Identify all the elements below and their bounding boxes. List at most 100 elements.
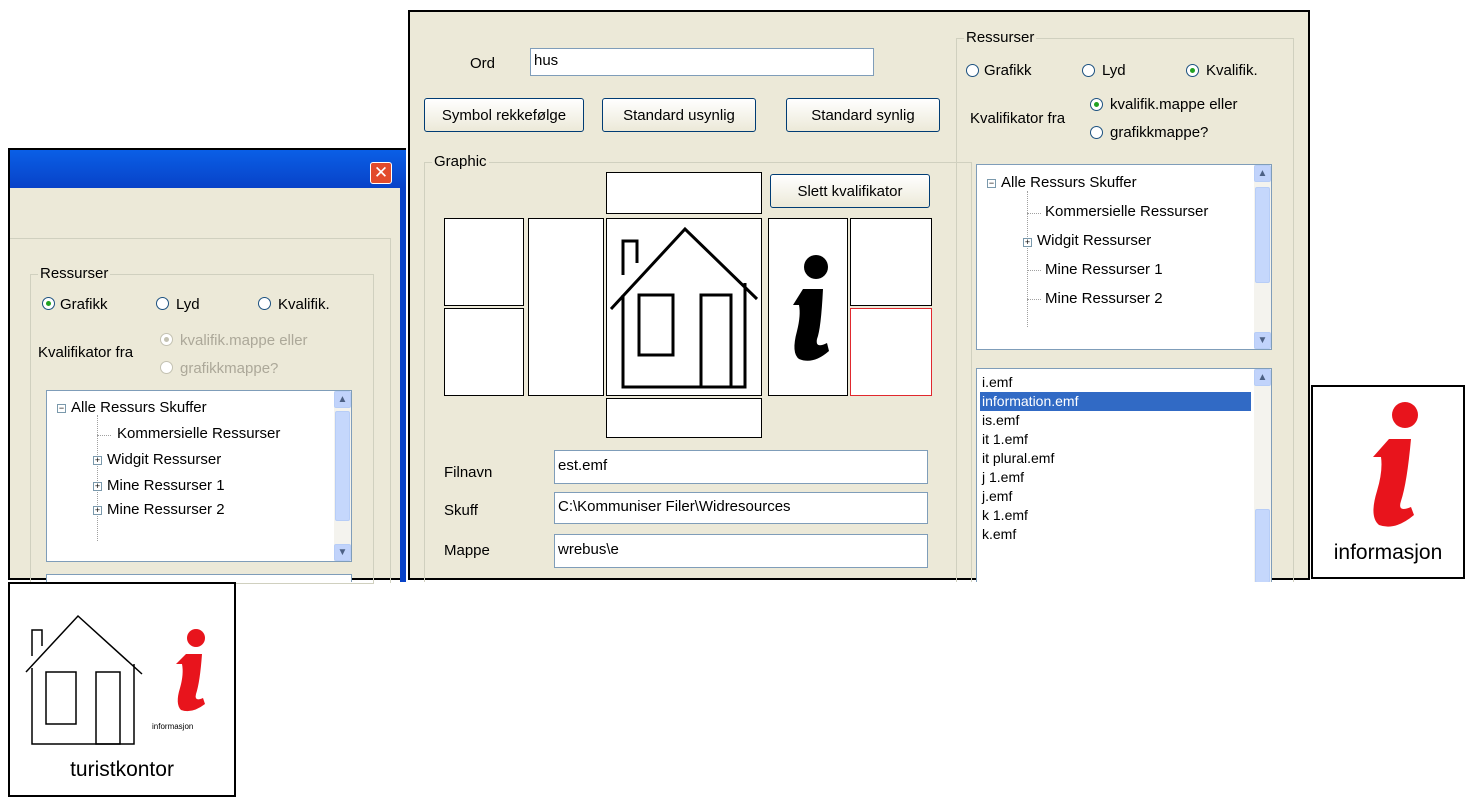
file-item[interactable]: it 1.emf [980,430,1251,449]
tree-item-mine-1[interactable]: Mine Ressurser 1 [107,477,225,495]
collapse-icon[interactable]: − [57,404,66,413]
tree-item-kommersielle[interactable]: Kommersielle Ressurser [1045,203,1208,221]
house-icon [609,226,759,389]
collapse-icon[interactable]: − [987,179,996,188]
file-list-scrollbar[interactable]: ▲ [1254,369,1271,582]
file-item[interactable]: i.emf [980,373,1251,392]
word-label: Ord [470,55,496,72]
tree-root[interactable]: Alle Ressurs Skuffer [1001,174,1137,192]
resource-tree[interactable]: − Alle Ressurs Skuffer Kommersielle Ress… [46,390,352,562]
qualifier-slot-left-2[interactable] [528,218,604,396]
expand-icon[interactable]: + [93,456,102,465]
information-sub-caption: informasjon [152,722,194,731]
folder-label: Mappe [444,542,490,559]
qualifier-slot-left-bottom-1[interactable] [444,308,524,396]
tree-line [1027,270,1041,271]
radio-lyd[interactable] [156,297,169,310]
left-window: ✕ Ressurser Grafikk Lyd Kvalifik. Kvalif… [8,148,406,584]
scroll-down-icon[interactable]: ▼ [1254,332,1271,349]
expand-icon[interactable]: + [93,506,102,515]
file-item[interactable]: it plural.emf [980,449,1251,468]
word-input[interactable]: hus [530,48,874,76]
main-window: Ord hus Symbol rekkefølge Standard usynl… [408,10,1310,582]
radio-qualifier-folder[interactable] [160,333,173,346]
qualifier-option-2: grafikkmappe? [180,360,279,377]
delete-qualifier-button[interactable]: Slett kvalifikator [770,174,930,208]
qualifier-label: Kvalifikator fra [38,344,134,361]
scroll-thumb[interactable] [1255,187,1270,283]
qualifier-slot-left-top-1[interactable] [444,218,524,306]
tree-item-kommersielle[interactable]: Kommersielle Ressurser [117,425,280,443]
folder-input[interactable]: wrebus\e [554,534,928,568]
tourist-office-caption: turistkontor [70,758,174,781]
qualifier-option-1: kvalifik.mappe eller [180,332,308,349]
file-item[interactable]: is.emf [980,411,1251,430]
radio-kvalifik-label: Kvalifik. [1206,62,1258,79]
qualifier-slot-bottom[interactable] [606,398,762,438]
main-symbol-slot[interactable] [606,218,762,396]
tree-item-mine-2[interactable]: Mine Ressurser 2 [1045,290,1163,308]
radio-lyd[interactable] [1082,64,1095,77]
lower-list-edge [46,574,352,582]
radio-kvalifik-label: Kvalifik. [278,296,330,313]
tree-scrollbar[interactable]: ▲ ▼ [1254,165,1271,349]
qualifier-option-2: grafikkmappe? [1110,124,1209,141]
scroll-up-icon[interactable]: ▲ [1254,369,1271,386]
house-icon [25,614,143,745]
window-frame [400,188,406,582]
information-red-icon [176,629,205,712]
information-red-icon [1373,402,1418,527]
expand-icon[interactable]: + [1023,238,1032,247]
radio-graphic-folder[interactable] [160,361,173,374]
qualifier-slot-right-top-2[interactable] [850,218,932,306]
radio-grafikk-label: Grafikk [60,296,108,313]
radio-grafikk-label: Grafikk [984,62,1032,79]
file-item[interactable]: j 1.emf [980,468,1251,487]
filename-label: Filnavn [444,464,493,481]
resources-group-title: Ressurser [38,265,111,282]
resources-group-title: Ressurser [964,29,1037,46]
close-icon[interactable]: ✕ [370,162,392,184]
tree-item-mine-1[interactable]: Mine Ressurser 1 [1045,261,1163,279]
tree-item-widgit[interactable]: Widgit Ressurser [107,451,221,469]
qualifier-slot-top[interactable] [606,172,762,214]
qualifier-option-1: kvalifik.mappe eller [1110,96,1238,113]
information-caption: informasjon [1333,541,1443,564]
qualifier-slot-right-1[interactable] [768,218,848,396]
tree-item-widgit[interactable]: Widgit Ressurser [1037,232,1151,250]
filename-input[interactable]: est.emf [554,450,928,484]
file-item[interactable]: k.emf [980,525,1251,544]
left-window-titlebar [10,150,406,188]
qualifier-label: Kvalifikator fra [970,110,1066,127]
symbol-order-button[interactable]: Symbol rekkefølge [424,98,584,132]
scroll-up-icon[interactable]: ▲ [1254,165,1271,182]
radio-grafikk[interactable] [966,64,979,77]
tree-root[interactable]: Alle Ressurs Skuffer [71,399,207,417]
radio-qualifier-folder[interactable] [1090,98,1103,111]
scroll-up-icon[interactable]: ▲ [334,391,351,408]
radio-kvalifik[interactable] [258,297,271,310]
tree-item-mine-2[interactable]: Mine Ressurser 2 [107,501,225,519]
file-item[interactable]: j.emf [980,487,1251,506]
scroll-thumb[interactable] [335,411,350,521]
standard-visible-button[interactable]: Standard synlig [786,98,940,132]
resource-tree[interactable]: − Alle Ressurs Skuffer Kommersielle Ress… [976,164,1272,350]
scroll-thumb[interactable] [1255,509,1270,582]
file-list[interactable]: i.emf information.emf is.emf it 1.emf it… [976,368,1272,582]
scroll-down-icon[interactable]: ▼ [334,544,351,561]
graphic-group-title: Graphic [432,153,489,170]
file-item[interactable]: k 1.emf [980,506,1251,525]
radio-kvalifik[interactable] [1186,64,1199,77]
tree-line [97,415,98,541]
file-item-selected[interactable]: information.emf [980,392,1251,411]
tree-line [1027,213,1041,214]
tree-scrollbar[interactable]: ▲ ▼ [334,391,351,561]
expand-icon[interactable]: + [93,482,102,491]
qualifier-slot-right-bottom-2[interactable] [850,308,932,396]
drawer-input[interactable]: C:\Kommuniser Filer\Widresources [554,492,928,524]
tree-line [1027,299,1041,300]
radio-lyd-label: Lyd [176,296,200,313]
standard-invisible-button[interactable]: Standard usynlig [602,98,756,132]
radio-grafikk[interactable] [42,297,55,310]
radio-graphic-folder[interactable] [1090,126,1103,139]
